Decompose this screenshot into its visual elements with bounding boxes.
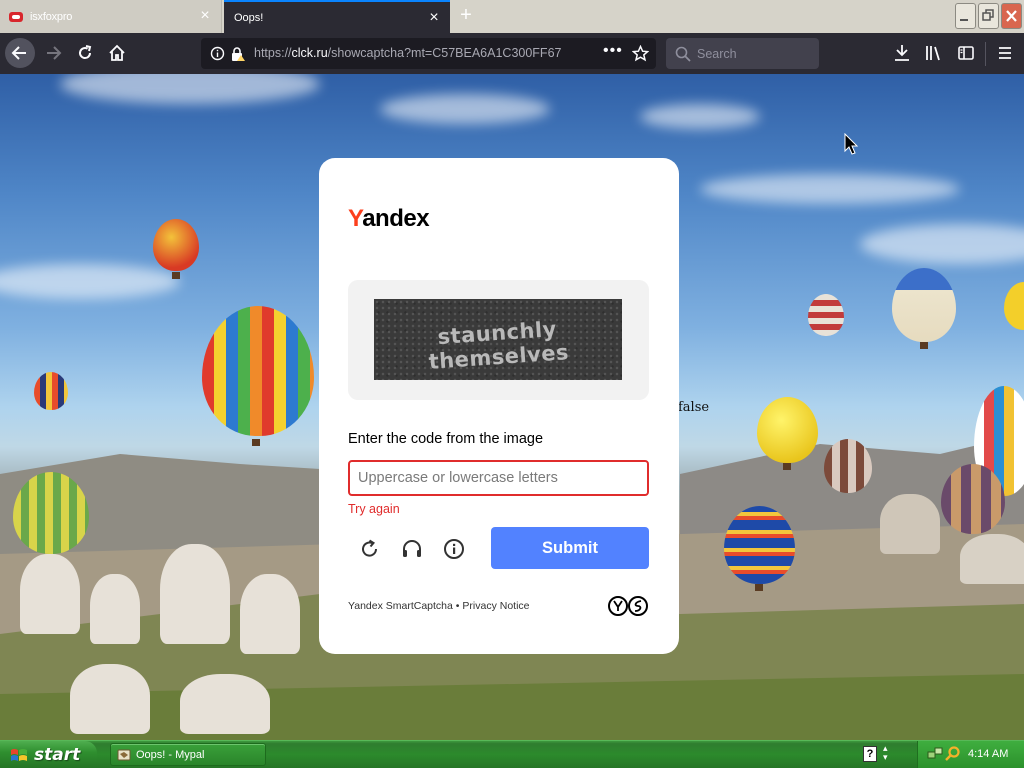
url-scheme: https:// bbox=[254, 46, 292, 60]
home-button[interactable] bbox=[102, 38, 132, 68]
window-minimize-button[interactable] bbox=[955, 3, 976, 29]
captcha-code-input[interactable] bbox=[348, 460, 649, 496]
help-icon[interactable]: ? bbox=[863, 746, 877, 762]
mouse-cursor-icon bbox=[844, 133, 859, 155]
captcha-distorted-text: staunchly themselves bbox=[427, 316, 570, 374]
audio-captcha-button[interactable] bbox=[400, 537, 424, 561]
library-icon[interactable] bbox=[925, 44, 943, 62]
new-tab-button[interactable]: + bbox=[455, 5, 477, 27]
captcha-error-message: Try again bbox=[348, 502, 400, 516]
logo-text: andex bbox=[362, 205, 430, 232]
tab-close-icon[interactable]: × bbox=[198, 8, 212, 24]
close-icon bbox=[1006, 10, 1017, 22]
site-favicon-icon bbox=[9, 11, 23, 22]
search-bar[interactable]: Search bbox=[666, 38, 819, 69]
download-icon[interactable] bbox=[893, 44, 911, 62]
tray-expand-icon[interactable]: ▴ ▾ bbox=[883, 744, 888, 762]
search-tray-icon[interactable] bbox=[945, 746, 961, 762]
info-icon[interactable] bbox=[210, 46, 225, 61]
network-icon[interactable] bbox=[927, 746, 943, 762]
search-placeholder: Search bbox=[697, 47, 737, 61]
captcha-info-button[interactable] bbox=[442, 537, 466, 561]
url-path: /showcaptcha?mt=C57BEA6A1C300FF67 bbox=[327, 46, 562, 60]
lock-warning-icon[interactable] bbox=[230, 46, 246, 62]
page-content: false Yandex staunchly themselves Enter … bbox=[0, 74, 1024, 740]
taskbar-window-label: Oops! - Mypal bbox=[136, 748, 205, 761]
search-icon bbox=[675, 46, 691, 62]
captcha-card: Yandex staunchly themselves Enter the co… bbox=[319, 158, 679, 654]
windows-flag-icon bbox=[11, 749, 27, 761]
start-label: start bbox=[34, 745, 81, 765]
captcha-footer: Yandex SmartCaptcha • Privacy Notice bbox=[348, 600, 530, 612]
reload-button[interactable] bbox=[70, 38, 100, 68]
smartcaptcha-link[interactable]: Yandex SmartCaptcha bbox=[348, 600, 453, 612]
address-bar[interactable]: https://clck.ru/showcaptcha?mt=C57BEA6A1… bbox=[201, 38, 656, 69]
home-icon bbox=[109, 44, 125, 61]
bookmark-star-icon[interactable] bbox=[632, 45, 649, 62]
forward-button[interactable] bbox=[38, 38, 68, 68]
start-button[interactable]: start bbox=[0, 741, 97, 768]
refresh-icon bbox=[362, 539, 378, 557]
tab-oops[interactable]: Oops! × bbox=[224, 0, 450, 33]
back-button[interactable] bbox=[5, 38, 35, 68]
captcha-instruction: Enter the code from the image bbox=[348, 431, 544, 447]
browser-app-icon bbox=[117, 749, 131, 760]
windows-taskbar: start Oops! - Mypal ? ▴ ▾ 4:14 AM bbox=[0, 740, 1024, 768]
window-restore-button[interactable] bbox=[978, 3, 999, 29]
tab-close-icon[interactable]: × bbox=[427, 10, 441, 26]
tab-isxfoxpro[interactable]: isxfoxpro × bbox=[0, 0, 222, 33]
sidebar-icon[interactable] bbox=[957, 44, 975, 62]
privacy-notice-link[interactable]: Privacy Notice bbox=[462, 600, 529, 612]
smartcaptcha-logo-icon bbox=[608, 596, 648, 616]
logo-letter: Y bbox=[348, 205, 363, 232]
footer-separator: • bbox=[452, 600, 463, 612]
page-actions-button[interactable]: ••• bbox=[603, 42, 623, 60]
tab-label: isxfoxpro bbox=[30, 10, 73, 23]
tab-strip: isxfoxpro × Oops! × + bbox=[0, 0, 1024, 33]
window-close-button[interactable] bbox=[1001, 3, 1022, 29]
captcha-image-frame: staunchly themselves bbox=[348, 280, 649, 400]
taskbar-window-button[interactable]: Oops! - Mypal bbox=[110, 743, 266, 766]
system-tray: 4:14 AM bbox=[917, 741, 1024, 768]
stray-debug-text: false bbox=[678, 400, 710, 415]
system-clock: 4:14 AM bbox=[968, 748, 1009, 760]
yandex-logo: Yandex bbox=[348, 205, 430, 233]
url-domain: clck.ru bbox=[291, 46, 328, 60]
minimize-icon bbox=[960, 19, 968, 21]
forward-arrow-icon bbox=[47, 46, 62, 60]
refresh-captcha-button[interactable] bbox=[358, 537, 382, 561]
back-arrow-icon bbox=[11, 46, 26, 60]
captcha-image: staunchly themselves bbox=[374, 299, 622, 380]
toolbar-divider bbox=[985, 42, 986, 66]
reload-icon bbox=[79, 45, 92, 59]
restore-icon bbox=[982, 9, 994, 21]
navigation-toolbar: https://clck.ru/showcaptcha?mt=C57BEA6A1… bbox=[0, 33, 1024, 74]
url-text[interactable]: https://clck.ru/showcaptcha?mt=C57BEA6A1… bbox=[254, 46, 569, 60]
tab-label: Oops! bbox=[234, 11, 264, 24]
submit-button[interactable]: Submit bbox=[491, 527, 649, 569]
info-icon bbox=[444, 539, 464, 559]
hamburger-menu-icon[interactable] bbox=[997, 44, 1013, 62]
headphones-icon bbox=[403, 540, 421, 557]
